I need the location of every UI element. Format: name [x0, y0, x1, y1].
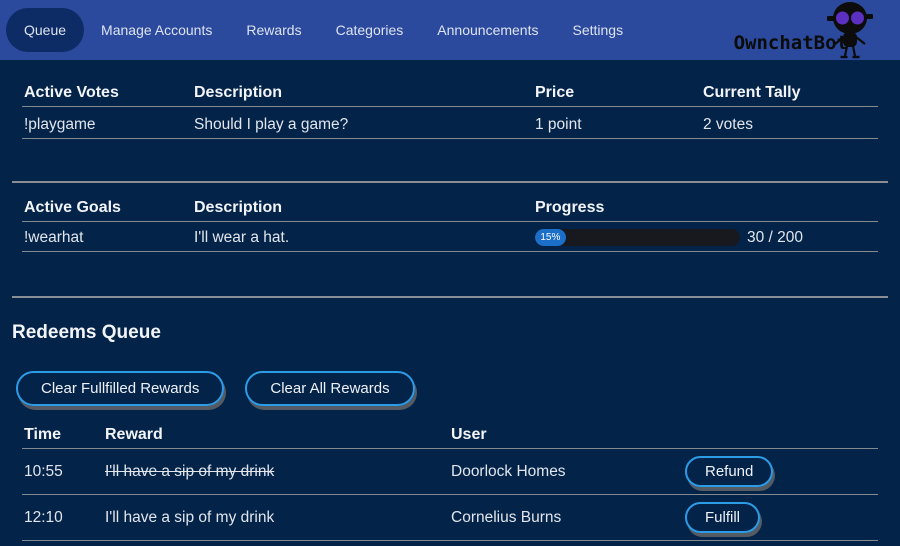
goal-command: !wearhat	[22, 228, 192, 247]
redeems-queue-title: Redeems Queue	[12, 322, 888, 344]
redeems-col-time: Time	[22, 425, 103, 444]
redeems-col-reward: Reward	[103, 425, 449, 444]
top-navbar: Queue Manage Accounts Rewards Categories…	[0, 0, 900, 60]
table-row: !wearhat I'll wear a hat. 15% 30 / 200	[22, 222, 878, 252]
tab-settings[interactable]: Settings	[555, 0, 640, 60]
redeem-time: 10:55	[22, 462, 103, 481]
goals-header-row: Active Goals Description Progress	[22, 183, 878, 222]
redeem-user: Cornelius Burns	[449, 508, 685, 527]
goal-progress: 15% 30 / 200	[533, 228, 878, 247]
redeem-time: 12:10	[22, 508, 103, 527]
goal-progress-bar: 15%	[535, 229, 740, 246]
votes-col-tally: Current Tally	[701, 83, 878, 102]
votes-header-row: Active Votes Description Price Current T…	[22, 60, 878, 107]
goal-progress-percent-label: 15%	[540, 233, 560, 243]
votes-col-command: Active Votes	[22, 83, 192, 102]
table-row: !playgame Should I play a game? 1 point …	[22, 107, 878, 139]
redeem-reward: I'll have a sip of my drink	[103, 508, 449, 527]
tab-announcements[interactable]: Announcements	[420, 0, 555, 60]
vote-price: 1 point	[533, 115, 701, 134]
redeems-col-user: User	[449, 425, 685, 444]
redeem-user: Doorlock Homes	[449, 462, 685, 481]
vote-tally: 2 votes	[701, 115, 878, 134]
clear-all-button[interactable]: Clear All Rewards	[245, 371, 414, 406]
vote-description: Should I play a game?	[192, 115, 533, 134]
goals-col-progress: Progress	[533, 198, 878, 217]
table-row: 12:10 I'll have a sip of my drink Cornel…	[22, 495, 878, 541]
fulfill-button[interactable]: Fulfill	[685, 502, 760, 533]
tab-queue[interactable]: Queue	[6, 8, 84, 52]
redeem-reward: I'll have a sip of my drink	[103, 462, 449, 481]
tab-categories[interactable]: Categories	[319, 0, 421, 60]
robot-mascot-icon	[826, 1, 874, 59]
clear-fulfilled-button[interactable]: Clear Fullfilled Rewards	[16, 371, 224, 406]
table-row: 10:55 I'll have a sip of my drink Doorlo…	[22, 449, 878, 495]
tab-rewards[interactable]: Rewards	[229, 0, 318, 60]
redeems-table: Time Reward User 10:55 I'll have a sip o…	[12, 406, 888, 541]
votes-col-price: Price	[533, 83, 701, 102]
redeems-header-row: Time Reward User	[22, 406, 878, 449]
goal-progress-fill: 15%	[535, 229, 566, 246]
goal-progress-count: 30 / 200	[747, 228, 803, 247]
redeems-col-action	[685, 425, 878, 444]
goals-col-description: Description	[192, 198, 533, 217]
votes-col-description: Description	[192, 83, 533, 102]
goal-description: I'll wear a hat.	[192, 228, 533, 247]
tab-manage-accounts[interactable]: Manage Accounts	[84, 0, 229, 60]
redeems-actions: Clear Fullfilled Rewards Clear All Rewar…	[16, 371, 888, 406]
refund-button[interactable]: Refund	[685, 456, 773, 487]
active-votes-table: Active Votes Description Price Current T…	[12, 60, 888, 183]
goals-col-command: Active Goals	[22, 198, 192, 217]
main-content: Active Votes Description Price Current T…	[0, 60, 900, 541]
active-goals-table: Active Goals Description Progress !wearh…	[12, 183, 888, 298]
vote-command: !playgame	[22, 115, 192, 134]
